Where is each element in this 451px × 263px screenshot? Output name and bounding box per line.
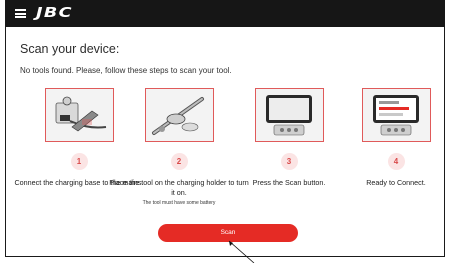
step-label: Ready to Connect. — [366, 178, 426, 187]
step-4: 4 Ready to Connect. — [326, 88, 451, 188]
step-number-badge: 4 — [387, 153, 405, 170]
brand-logo: JBC — [36, 6, 73, 21]
step-number-badge: 1 — [70, 153, 88, 170]
step-note: The tool must have some battery — [142, 200, 216, 206]
charging-base-illustration — [44, 88, 114, 142]
page-subtitle: No tools found. Please, follow these ste… — [20, 66, 232, 75]
tablet-scan-illustration — [254, 88, 324, 142]
step-number-badge: 2 — [170, 153, 188, 170]
hamburger-menu-icon[interactable] — [15, 9, 26, 18]
tablet-ready-illustration — [361, 88, 431, 142]
page-title: Scan your device: — [20, 42, 120, 56]
tool-on-holder-illustration — [144, 88, 214, 142]
scan-button[interactable]: Scan — [158, 224, 298, 242]
step-number-badge: 3 — [280, 153, 298, 170]
top-bar: JBC — [5, 0, 445, 27]
